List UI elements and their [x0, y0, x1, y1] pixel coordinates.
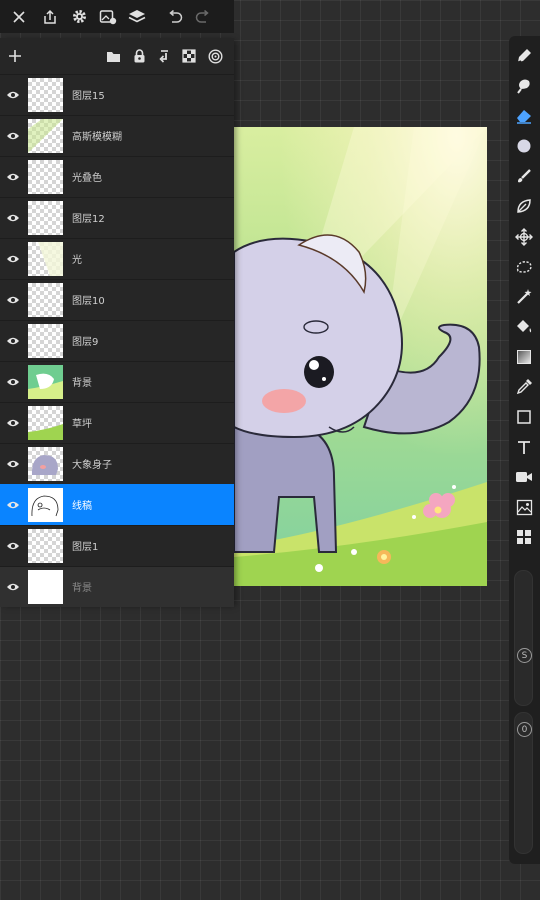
layer-thumbnail: [28, 160, 63, 194]
gallery-icon[interactable]: [95, 0, 121, 33]
visibility-eye-icon[interactable]: [4, 455, 22, 473]
layer-name: 草坪: [72, 419, 92, 430]
layer-row[interactable]: 图层10: [0, 279, 234, 320]
undo-icon[interactable]: [162, 0, 188, 33]
rectangle-icon[interactable]: [512, 405, 536, 429]
grid-icon[interactable]: [512, 525, 536, 549]
leaf-icon[interactable]: [512, 194, 536, 218]
mask-icon[interactable]: [203, 44, 227, 68]
opacity-knob[interactable]: 0: [517, 722, 532, 737]
layer-thumbnail: [28, 78, 63, 112]
layer-thumbnail: [28, 201, 63, 235]
close-icon[interactable]: [6, 0, 32, 33]
layer-row[interactable]: 图层9: [0, 320, 234, 361]
canvas-artwork[interactable]: [234, 127, 487, 586]
magic-wand-icon[interactable]: [512, 285, 536, 309]
text-icon[interactable]: [512, 435, 536, 459]
move-icon[interactable]: [512, 225, 536, 249]
layer-name: 背景: [72, 378, 92, 389]
layer-row[interactable]: 草坪: [0, 402, 234, 443]
layer-thumbnail: [28, 570, 63, 604]
video-icon[interactable]: [512, 465, 536, 489]
layer-row[interactable]: 背景: [0, 361, 234, 402]
share-icon[interactable]: [37, 0, 63, 33]
flower-orange: [377, 550, 391, 564]
layer-row[interactable]: 大象身子: [0, 443, 234, 484]
layer-row[interactable]: 图层12: [0, 197, 234, 238]
visibility-eye-icon[interactable]: [4, 414, 22, 432]
visibility-eye-icon[interactable]: [4, 250, 22, 268]
eyedropper-icon[interactable]: [512, 375, 536, 399]
add-icon[interactable]: [3, 44, 27, 68]
visibility-eye-icon[interactable]: [4, 127, 22, 145]
gradient-icon[interactable]: [512, 345, 536, 369]
color-icon[interactable]: [512, 134, 536, 158]
layer-thumbnail: [28, 529, 63, 563]
layer-thumbnail: [28, 242, 63, 276]
visibility-eye-icon[interactable]: [4, 373, 22, 391]
layers-header: [0, 38, 234, 74]
eraser-icon[interactable]: [512, 104, 536, 128]
layer-row[interactable]: 高斯模模糊: [0, 115, 234, 156]
layer-thumbnail: [28, 324, 63, 358]
layers-panel: 图层15 高斯模模糊 光叠色 图层12 光图层10 图层9 背景 草坪 大象身子 线稿 图层1 背景: [0, 38, 234, 607]
layer-thumbnail: [28, 488, 63, 522]
layer-name: 光: [72, 255, 82, 266]
lock-icon[interactable]: [127, 44, 151, 68]
settings-icon[interactable]: [66, 0, 92, 33]
layer-name: 背景: [72, 583, 92, 594]
smudge-icon[interactable]: [512, 74, 536, 98]
merge-down-icon[interactable]: [152, 44, 176, 68]
fill-icon[interactable]: [512, 315, 536, 339]
visibility-eye-icon[interactable]: [4, 168, 22, 186]
layer-row[interactable]: 背景: [0, 566, 234, 607]
layer-name: 图层9: [72, 337, 99, 348]
layer-name: 高斯模模糊: [72, 132, 122, 143]
layer-name: 大象身子: [72, 460, 112, 471]
layer-row[interactable]: 线稿: [0, 484, 234, 525]
layer-row[interactable]: 图层1: [0, 525, 234, 566]
layer-row[interactable]: 光: [0, 238, 234, 279]
visibility-eye-icon[interactable]: [4, 209, 22, 227]
visibility-eye-icon[interactable]: [4, 332, 22, 350]
layer-row[interactable]: 图层15: [0, 74, 234, 115]
layer-name: 图层1: [72, 542, 99, 553]
layer-thumbnail: [28, 119, 63, 153]
layer-name: 图层15: [72, 91, 105, 102]
pen-icon[interactable]: [512, 44, 536, 68]
visibility-eye-icon[interactable]: [4, 291, 22, 309]
visibility-eye-icon[interactable]: [4, 537, 22, 555]
layer-name: 图层12: [72, 214, 105, 225]
layers-icon[interactable]: [124, 0, 150, 33]
redo-icon[interactable]: [190, 0, 216, 33]
top-toolbar: [0, 0, 234, 33]
layer-thumbnail: [28, 406, 63, 440]
brush-size-knob[interactable]: S: [517, 648, 532, 663]
alpha-lock-icon[interactable]: [177, 44, 201, 68]
visibility-eye-icon[interactable]: [4, 578, 22, 596]
visibility-eye-icon[interactable]: [4, 496, 22, 514]
layer-name: 图层10: [72, 296, 105, 307]
layer-name: 光叠色: [72, 173, 102, 184]
tool-bar: S 0: [509, 36, 540, 864]
lasso-icon[interactable]: [512, 255, 536, 279]
image-icon[interactable]: [512, 495, 536, 519]
layer-thumbnail: [28, 365, 63, 399]
brush-icon[interactable]: [512, 164, 536, 188]
layer-row[interactable]: 光叠色: [0, 156, 234, 197]
layer-name: 线稿: [72, 501, 92, 512]
layer-thumbnail: [28, 447, 63, 481]
brush-size-slider[interactable]: [514, 570, 533, 706]
folder-icon[interactable]: [101, 44, 125, 68]
visibility-eye-icon[interactable]: [4, 86, 22, 104]
layer-thumbnail: [28, 283, 63, 317]
